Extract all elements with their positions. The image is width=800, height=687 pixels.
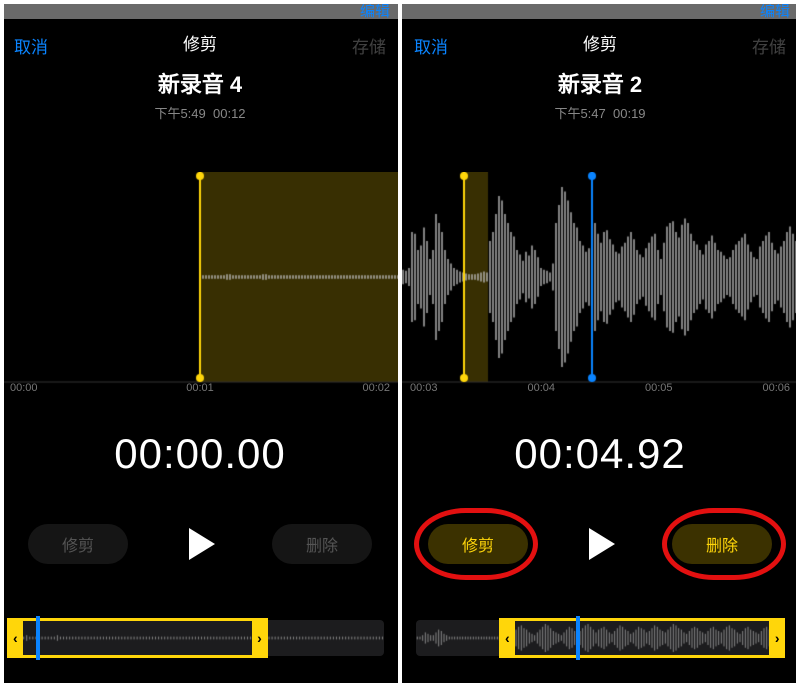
modal-header: 取消 修剪 存储 bbox=[0, 19, 400, 65]
page-title: 修剪 bbox=[583, 30, 617, 55]
recording-info: 新录音 2 下午5:47 00:19 bbox=[400, 67, 800, 122]
trim-handle-right-icon[interactable]: › bbox=[769, 618, 785, 658]
trim-handle-left-icon[interactable]: ‹ bbox=[499, 618, 515, 658]
status-bar: 编辑 bbox=[400, 0, 800, 19]
waveform-area[interactable]: 00:0000:0100:02 bbox=[0, 172, 400, 402]
playback-controls: 修剪 删除 bbox=[400, 516, 800, 572]
overview-bar[interactable]: ‹ › bbox=[0, 620, 400, 672]
save-button[interactable]: 存储 bbox=[752, 33, 786, 58]
save-button[interactable]: 存储 bbox=[352, 33, 386, 58]
trim-button[interactable]: 修剪 bbox=[428, 524, 528, 564]
edit-link-behind: 编辑 bbox=[360, 0, 390, 21]
time-ruler: 00:0000:0100:02 bbox=[0, 382, 400, 398]
delete-button[interactable]: 删除 bbox=[672, 524, 772, 564]
trim-handle-left-icon[interactable]: ‹ bbox=[7, 618, 23, 658]
waveform-canvas bbox=[0, 172, 400, 402]
page-title: 修剪 bbox=[183, 30, 217, 55]
cancel-button[interactable]: 取消 bbox=[414, 33, 448, 58]
time-ruler: 00:0300:0400:0500:06 bbox=[400, 382, 800, 398]
delete-button[interactable]: 删除 bbox=[272, 524, 372, 564]
recording-meta: 下午5:49 00:12 bbox=[0, 103, 400, 122]
play-button[interactable] bbox=[180, 524, 220, 564]
recording-meta: 下午5:47 00:19 bbox=[400, 103, 800, 122]
playhead-indicator[interactable] bbox=[576, 616, 580, 660]
recording-name: 新录音 2 bbox=[400, 67, 800, 99]
overview-bar[interactable]: ‹ › bbox=[400, 620, 800, 672]
current-time: 00:04.92 bbox=[400, 430, 800, 478]
trim-handle-right-icon[interactable]: › bbox=[252, 618, 268, 658]
minitrack: ‹ › bbox=[16, 620, 384, 656]
recording-name: 新录音 4 bbox=[0, 67, 400, 99]
playhead-indicator[interactable] bbox=[36, 616, 40, 660]
recording-info: 新录音 4 下午5:49 00:12 bbox=[0, 67, 400, 122]
waveform-area[interactable]: 00:0300:0400:0500:06 bbox=[400, 172, 800, 402]
play-icon bbox=[189, 528, 215, 560]
trim-window[interactable] bbox=[515, 618, 769, 658]
status-bar: 编辑 bbox=[0, 0, 400, 19]
separator bbox=[398, 0, 402, 687]
cancel-button[interactable]: 取消 bbox=[14, 33, 48, 58]
edit-link-behind: 编辑 bbox=[760, 0, 790, 21]
trim-button[interactable]: 修剪 bbox=[28, 524, 128, 564]
trim-window[interactable] bbox=[23, 618, 251, 658]
waveform-canvas bbox=[400, 172, 800, 402]
modal-header: 取消 修剪 存储 bbox=[400, 19, 800, 65]
playback-controls: 修剪 删除 bbox=[0, 516, 400, 572]
play-button[interactable] bbox=[580, 524, 620, 564]
current-time: 00:00.00 bbox=[0, 430, 400, 478]
screen-right: 编辑 取消 修剪 存储 新录音 2 下午5:47 00:19 00:0300:0… bbox=[400, 0, 800, 687]
minitrack: ‹ › bbox=[416, 620, 784, 656]
play-icon bbox=[589, 528, 615, 560]
screen-left: 编辑 取消 修剪 存储 新录音 4 下午5:49 00:12 00:0000:0… bbox=[0, 0, 400, 687]
